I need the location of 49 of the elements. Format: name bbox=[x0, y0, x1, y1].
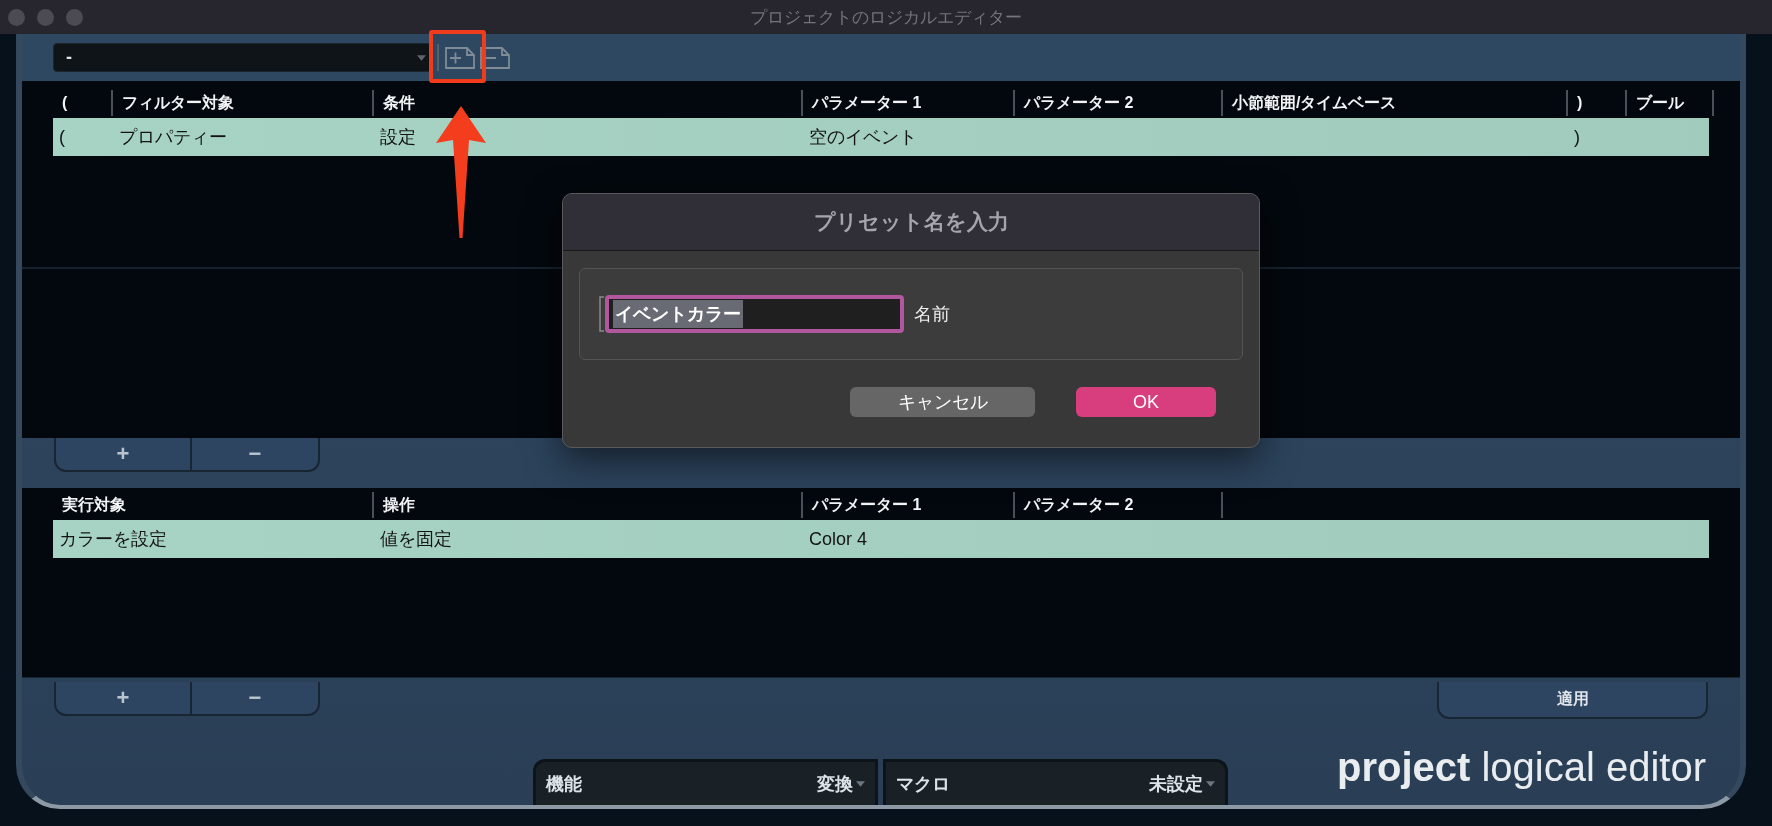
bracket-icon bbox=[599, 296, 605, 332]
table-row[interactable]: ( プロパティー 設定 空のイベント ) bbox=[53, 118, 1709, 156]
table-cell-text: ( bbox=[58, 126, 66, 148]
add-button[interactable]: + bbox=[54, 438, 192, 472]
field-label: 名前 bbox=[914, 303, 950, 326]
caret-icon bbox=[856, 780, 865, 787]
table-cell-text: 値を固定 bbox=[379, 528, 453, 551]
column-header: 操作 bbox=[374, 492, 803, 518]
window-title: プロジェクトのロジカルエディター bbox=[750, 6, 1022, 29]
table-cell-text: Color 4 bbox=[808, 528, 869, 550]
remove-button[interactable]: − bbox=[192, 438, 320, 472]
column-header: 小節範囲/タイムベース bbox=[1223, 90, 1568, 116]
column-header: パラメーター 1 bbox=[803, 492, 1015, 518]
dropdown-label: マクロ bbox=[896, 772, 950, 796]
column-header: ( bbox=[53, 90, 113, 116]
name-field[interactable]: イベントカラー bbox=[605, 295, 904, 333]
column-header: パラメーター 1 bbox=[803, 90, 1015, 116]
table-cell-text: カラーを設定 bbox=[58, 528, 168, 551]
window-button-icon[interactable] bbox=[8, 8, 25, 26]
highlight-frame bbox=[429, 30, 486, 83]
column-header: ブール bbox=[1627, 90, 1714, 116]
caret-icon bbox=[1206, 780, 1215, 787]
column-header: 実行対象 bbox=[53, 492, 374, 518]
table-cell-text: ) bbox=[1573, 126, 1581, 148]
window-button-icon[interactable] bbox=[66, 8, 83, 26]
dialog-title: プリセット名を入力 bbox=[813, 209, 1009, 235]
logo-text: project logical editor bbox=[1336, 744, 1706, 790]
dropdown-value: 未設定 bbox=[1149, 772, 1203, 796]
table-cell-text: 空のイベント bbox=[808, 126, 918, 149]
caret-icon bbox=[417, 54, 426, 61]
column-header: パラメーター 2 bbox=[1015, 492, 1223, 518]
table-cell-text: 設定 bbox=[379, 126, 417, 149]
remove-button[interactable]: − bbox=[192, 682, 320, 716]
column-header: パラメーター 2 bbox=[1015, 90, 1223, 116]
column-header: フィルター対象 bbox=[113, 90, 374, 116]
macro-dropdown[interactable]: マクロ 未設定 bbox=[883, 759, 1228, 805]
column-header: ) bbox=[1568, 90, 1627, 116]
dropdown-label: 機能 bbox=[546, 772, 582, 796]
ok-button[interactable]: OK bbox=[1076, 387, 1216, 417]
dropdown-value: 変換 bbox=[817, 772, 853, 796]
document-minus-icon[interactable] bbox=[480, 46, 510, 69]
add-button[interactable]: + bbox=[54, 682, 192, 716]
apply-button[interactable]: 適用 bbox=[1437, 682, 1708, 719]
cancel-button[interactable]: キャンセル bbox=[850, 387, 1035, 417]
function-dropdown[interactable]: 機能 変換 bbox=[533, 759, 878, 805]
document-plus-icon[interactable] bbox=[445, 46, 475, 69]
window-button-icon[interactable] bbox=[37, 8, 54, 26]
table-cell-text: プロパティー bbox=[118, 126, 228, 149]
table-row[interactable]: カラーを設定 値を固定 Color 4 bbox=[53, 520, 1709, 558]
